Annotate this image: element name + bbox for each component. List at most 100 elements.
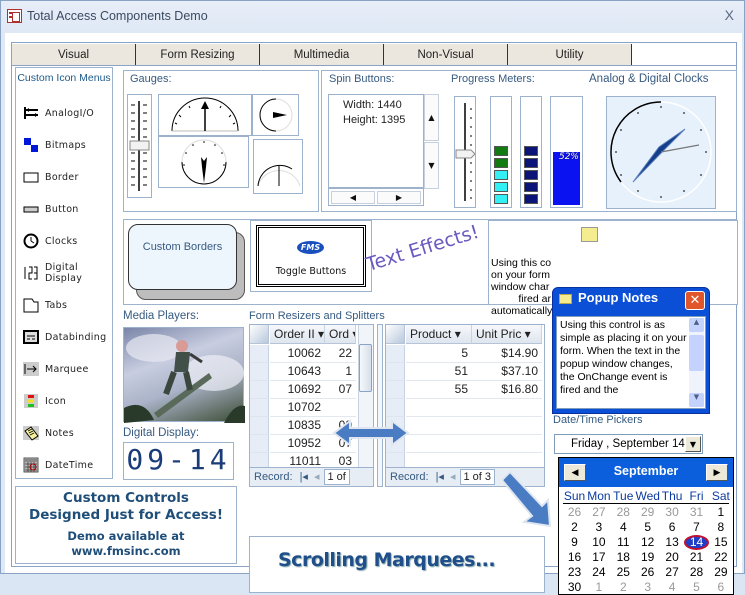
scroll-up-icon[interactable]: ▲ <box>689 318 704 332</box>
calendar-day[interactable]: 30 <box>660 505 685 519</box>
close-button[interactable]: X <box>725 7 734 23</box>
spin-right-button[interactable]: ▶ <box>377 191 421 204</box>
calendar-day[interactable]: 26 <box>562 505 587 519</box>
menu-item-databinding[interactable]: Databinding <box>23 328 106 346</box>
menu-item-datetime[interactable]: DateTime <box>23 456 93 474</box>
promo-link[interactable]: www.fmsinc.com <box>16 544 236 559</box>
record-number-input[interactable]: 1 of 3 <box>459 469 496 485</box>
spin-textbox[interactable]: Width: 1440 Height: 1395 <box>328 94 424 188</box>
menu-item-clocks[interactable]: Clocks <box>23 232 78 250</box>
scroll-thumb[interactable] <box>689 335 704 371</box>
calendar-day[interactable]: 11 <box>611 535 636 549</box>
row-selector[interactable] <box>250 435 269 453</box>
menu-item-border[interactable]: Border <box>23 168 79 186</box>
menu-item-marquee[interactable]: Marquee <box>23 360 89 378</box>
tab-utility[interactable]: Utility <box>508 44 632 66</box>
menu-item-tabs[interactable]: Tabs <box>23 296 67 314</box>
calendar-day[interactable]: 3 <box>586 520 611 534</box>
date-picker-dropdown-button[interactable]: ▼ <box>685 436 701 452</box>
calendar-day[interactable]: 27 <box>586 505 611 519</box>
calendar-day[interactable]: 13 <box>660 535 685 549</box>
calendar-day[interactable]: 25 <box>611 565 636 579</box>
calendar-day[interactable]: 18 <box>611 550 636 564</box>
prev-record-button[interactable]: ◂ <box>450 471 456 483</box>
calendar-day[interactable]: 8 <box>708 520 733 534</box>
calendar-day[interactable]: 26 <box>635 565 660 579</box>
calendar-day[interactable]: 4 <box>660 580 685 594</box>
menu-item-bitmaps[interactable]: Bitmaps <box>23 136 86 154</box>
calendar-day[interactable]: 1 <box>586 580 611 594</box>
calendar-day[interactable]: 22 <box>708 550 733 564</box>
note-sticker-icon[interactable] <box>581 227 598 242</box>
calendar-day[interactable]: 21 <box>684 550 709 564</box>
row-selector[interactable] <box>250 399 269 417</box>
spin-down-button[interactable]: ▼ <box>424 142 439 189</box>
row-selector[interactable] <box>386 399 405 417</box>
tab-non-visual[interactable]: Non-Visual <box>384 44 508 66</box>
tab-form-resizing[interactable]: Form Resizing <box>136 44 260 66</box>
calendar-day[interactable]: 9 <box>562 535 587 549</box>
calendar-day[interactable]: 4 <box>611 520 636 534</box>
spin-left-button[interactable]: ◀ <box>331 191 375 204</box>
row-selector[interactable] <box>250 381 269 399</box>
calendar-day[interactable]: 7 <box>684 520 709 534</box>
next-month-button[interactable]: ▶ <box>706 464 728 481</box>
progress-slider[interactable] <box>454 96 476 208</box>
calendar-day[interactable]: 20 <box>660 550 685 564</box>
media-player-video[interactable] <box>123 327 245 423</box>
column-header[interactable]: Order II ▾ <box>270 325 325 344</box>
menu-item-digital-display[interactable]: Digital Display <box>23 262 112 284</box>
row-selector[interactable] <box>386 363 405 381</box>
select-all-corner[interactable] <box>386 325 405 344</box>
row-selector[interactable] <box>250 345 269 363</box>
calendar-day[interactable]: 6 <box>660 520 685 534</box>
calendar-day[interactable]: 19 <box>635 550 660 564</box>
splitter-bar[interactable] <box>377 324 383 487</box>
calendar-day[interactable]: 10 <box>586 535 611 549</box>
row-selector[interactable] <box>386 381 405 399</box>
tab-visual[interactable]: Visual <box>12 44 136 66</box>
column-header[interactable]: Ord ▾ <box>325 325 356 344</box>
calendar-day[interactable]: 2 <box>611 580 636 594</box>
calendar-day[interactable]: 23 <box>562 565 587 579</box>
calendar-day[interactable]: 31 <box>684 505 709 519</box>
calendar-day[interactable]: 29 <box>708 565 733 579</box>
calendar-day[interactable]: 16 <box>562 550 587 564</box>
calendar-day[interactable]: 17 <box>586 550 611 564</box>
column-header[interactable]: Product ▾ <box>406 325 472 344</box>
toggle-button-sample[interactable]: FMS Toggle Buttons <box>250 220 372 292</box>
date-picker-combo[interactable]: Friday , September 14 ▼ <box>554 434 703 454</box>
calendar-day[interactable]: 24 <box>586 565 611 579</box>
prev-record-button[interactable]: ◂ <box>314 471 320 483</box>
calendar-day[interactable]: 5 <box>635 520 660 534</box>
calendar-day[interactable]: 12 <box>635 535 660 549</box>
calendar-day[interactable]: 3 <box>635 580 660 594</box>
calendar-day[interactable]: 1 <box>708 505 733 519</box>
row-selector[interactable] <box>386 345 405 363</box>
scroll-down-icon[interactable]: ▼ <box>689 393 704 407</box>
calendar-day[interactable]: 28 <box>611 505 636 519</box>
spin-up-button[interactable]: ▲ <box>424 94 439 141</box>
grid-scroll-thumb[interactable] <box>359 344 372 392</box>
calendar-day[interactable]: 29 <box>635 505 660 519</box>
menu-item-icon[interactable]: Icon <box>23 392 66 410</box>
calendar-day[interactable]: 30 <box>562 580 587 594</box>
tab-multimedia[interactable]: Multimedia <box>260 44 384 66</box>
calendar-day[interactable]: 27 <box>660 565 685 579</box>
calendar-day-selected[interactable]: 14 <box>684 535 709 550</box>
row-selector[interactable] <box>250 363 269 381</box>
calendar-day[interactable]: 15 <box>708 535 733 549</box>
popup-scrollbar[interactable]: ▲ ▼ <box>689 318 704 407</box>
popup-notes-textarea[interactable]: Using this control is as simple as placi… <box>556 316 706 409</box>
gauge-slider[interactable] <box>127 94 152 198</box>
first-record-button[interactable]: |◂ <box>300 471 308 483</box>
calendar-day[interactable]: 5 <box>684 580 709 594</box>
calendar-day[interactable]: 28 <box>684 565 709 579</box>
calendar-day[interactable]: 2 <box>562 520 587 534</box>
calendar-day[interactable]: 6 <box>708 580 733 594</box>
menu-item-analog-io[interactable]: AnalogI/O <box>23 104 94 122</box>
select-all-corner[interactable] <box>250 325 269 344</box>
first-record-button[interactable]: |◂ <box>436 471 444 483</box>
row-selector[interactable] <box>250 417 269 435</box>
record-number-input[interactable]: 1 of <box>323 469 350 485</box>
